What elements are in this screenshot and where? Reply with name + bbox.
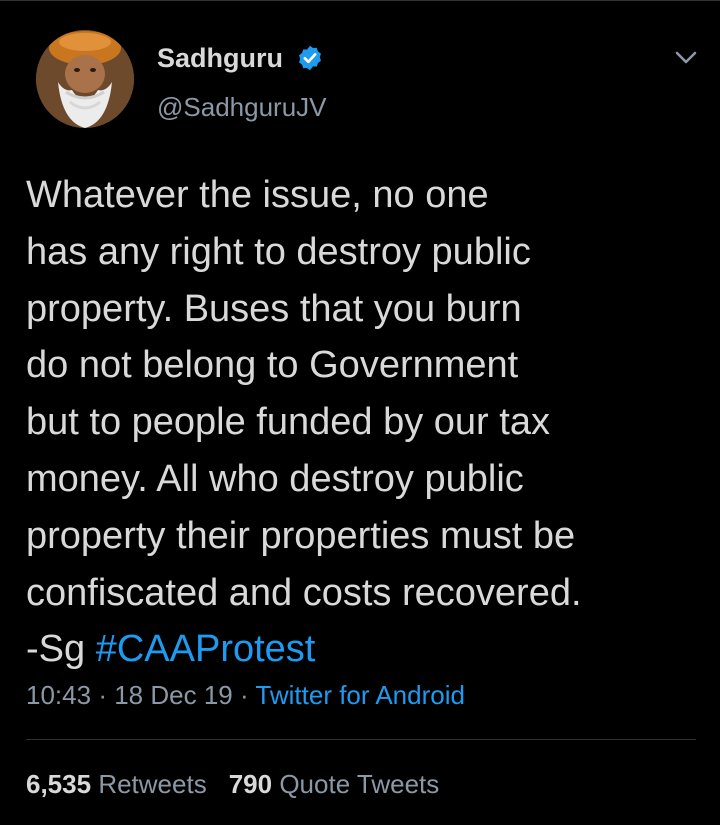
tweet-time[interactable]: 10:43 [26,680,91,710]
verified-badge-icon [299,45,321,71]
author-handle[interactable]: @SadhguruJV [157,92,327,122]
tweet-line: do not belong to Government [26,344,519,387]
tweet-date[interactable]: 18 Dec 19 [114,680,233,710]
retweets-label: Retweets [98,769,207,799]
tweet-line: but to people funded by our tax [26,401,550,444]
tweet-meta: 10:43 · 18 Dec 19 · Twitter for Android [26,679,465,711]
tweet-last-line: -Sg #CAAProtest [26,621,706,678]
tweet-line: has any right to destroy public [26,230,531,273]
meta-separator: · [98,680,107,710]
tweet-text: Whatever the issue, no one has any right… [26,167,706,678]
tweet-line: money. All who destroy public [26,457,524,500]
tweet-line: confiscated and costs recovered. [26,571,582,614]
quote-tweets-label: Quote Tweets [279,769,440,799]
tweet-signature: -Sg [26,628,86,671]
stats-divider [26,739,696,740]
author-display-name[interactable]: Sadhguru [157,42,283,74]
top-divider [0,0,720,1]
tweet-line: property. Buses that you burn [26,287,522,330]
quote-tweets-stat[interactable]: 790 Quote Tweets [229,769,440,799]
avatar[interactable] [36,30,134,128]
hashtag-link[interactable]: #CAAProtest [96,628,316,670]
tweet-stats: 6,535 Retweets 790 Quote Tweets [26,768,439,800]
tweet-source-link[interactable]: Twitter for Android [255,680,465,710]
quote-tweets-count: 790 [228,769,273,799]
tweet-line: Whatever the issue, no one [26,174,489,216]
chevron-down-icon[interactable] [673,48,699,68]
retweets-stat[interactable]: 6,535 Retweets [26,769,207,799]
meta-separator: · [239,680,249,710]
retweets-count: 6,535 [26,769,92,799]
avatar-image [36,30,134,128]
tweet-line: property their properties must be [26,514,576,557]
